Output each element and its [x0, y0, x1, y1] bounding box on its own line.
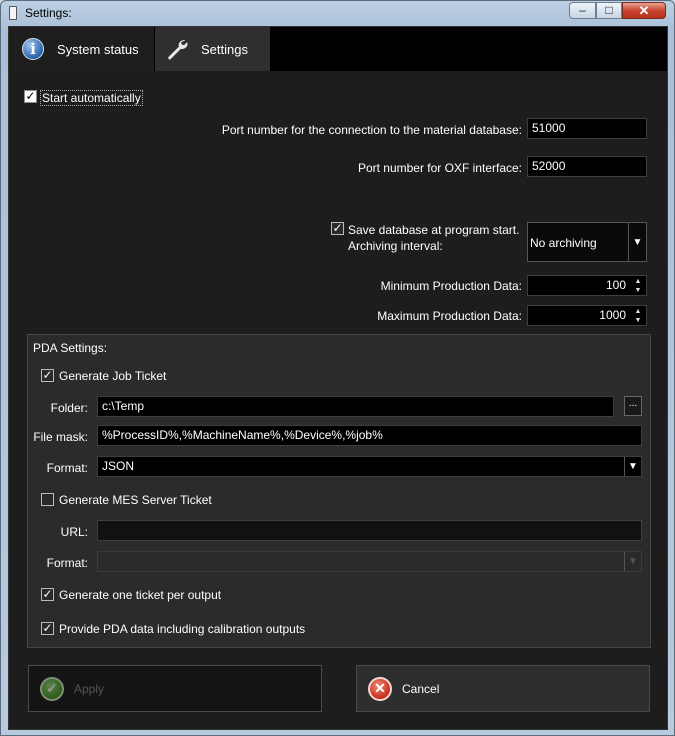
archiving-interval-value: No archiving — [530, 236, 597, 250]
title-bar: Settings: – □ ✕ — [1, 1, 674, 25]
save-database-checkbox[interactable]: ✓ — [331, 222, 344, 235]
archiving-interval-label: Archiving interval: — [348, 239, 443, 253]
save-database-label: Save database at program start. — [348, 223, 520, 237]
start-automatically-checkbox[interactable]: ✓ — [24, 90, 37, 103]
archiving-interval-dropdown[interactable]: No archiving ▼ — [527, 222, 647, 262]
browse-button[interactable]: ... — [624, 396, 642, 416]
max-production-label: Maximum Production Data: — [377, 309, 522, 323]
tab-label: Settings — [201, 41, 248, 57]
caption-buttons: – □ ✕ — [569, 2, 666, 19]
port-material-input[interactable]: 51000 — [527, 118, 647, 139]
apply-button[interactable]: ✓ Apply — [28, 665, 322, 712]
window-title: Settings: — [25, 6, 72, 20]
maximize-button[interactable]: □ — [596, 2, 622, 19]
wrench-icon — [165, 37, 189, 61]
settings-window: Settings: – □ ✕ i System status Settings — [0, 0, 675, 736]
generate-mes-ticket-label: Generate MES Server Ticket — [59, 493, 212, 507]
url-input[interactable] — [97, 520, 642, 541]
spin-arrows-icon[interactable]: ▲ ▼ — [631, 307, 645, 325]
generate-job-ticket-checkbox[interactable]: ✓ — [41, 369, 54, 382]
format-dropdown[interactable]: JSON ▼ — [97, 456, 642, 477]
minimize-button[interactable]: – — [569, 2, 596, 19]
url-label: URL: — [60, 525, 88, 539]
spin-arrows-icon[interactable]: ▲ ▼ — [631, 277, 645, 295]
generate-mes-ticket-checkbox[interactable]: ✓ — [41, 493, 54, 506]
min-production-stepper[interactable]: 100 ▲ ▼ — [527, 275, 647, 296]
app-icon — [9, 6, 17, 20]
start-automatically-label: Start automatically — [40, 90, 143, 106]
one-ticket-per-output-checkbox[interactable]: ✓ — [41, 588, 54, 601]
one-ticket-per-output-label: Generate one ticket per output — [59, 588, 222, 602]
format2-label: Format: — [46, 556, 88, 570]
format-value: JSON — [102, 459, 135, 473]
chevron-down-icon: ▼ — [624, 552, 641, 571]
cancel-button[interactable]: ✕ Cancel — [356, 665, 650, 712]
tab-bar: i System status Settings — [9, 27, 667, 71]
folder-label: Folder: — [50, 401, 88, 415]
min-production-value: 100 — [605, 278, 626, 292]
chevron-down-icon: ▼ — [628, 223, 646, 261]
tab-settings[interactable]: Settings — [155, 27, 270, 71]
tab-system-status[interactable]: i System status — [9, 27, 154, 71]
format-label: Format: — [46, 461, 88, 475]
file-mask-input[interactable]: %ProcessID%,%MachineName%,%Device%,%job% — [97, 425, 642, 446]
content-area: i System status Settings ✓ Start automat… — [8, 26, 668, 730]
cancel-x-icon: ✕ — [368, 676, 392, 701]
info-icon: i — [21, 37, 45, 61]
folder-input[interactable]: c:\Temp — [97, 396, 614, 417]
min-production-label: Minimum Production Data: — [380, 279, 522, 293]
format2-dropdown[interactable]: ▼ — [97, 551, 642, 572]
calibration-outputs-checkbox[interactable]: ✓ — [41, 622, 54, 635]
pda-settings-group: PDA Settings: ✓ Generate Job Ticket Fold… — [27, 334, 651, 648]
port-oxf-input[interactable]: 52000 — [527, 156, 647, 177]
apply-label: Apply — [74, 681, 105, 696]
port-oxf-label: Port number for OXF interface: — [357, 161, 522, 175]
pda-settings-title: PDA Settings: — [33, 341, 108, 355]
calibration-outputs-label: Provide PDA data including calibration o… — [59, 622, 306, 636]
file-mask-label: File mask: — [33, 430, 88, 444]
chevron-down-icon: ▼ — [624, 457, 641, 476]
max-production-value: 1000 — [599, 308, 626, 322]
max-production-stepper[interactable]: 1000 ▲ ▼ — [527, 305, 647, 326]
tab-label: System status — [57, 41, 139, 57]
checkmark-icon: ✓ — [40, 676, 64, 701]
port-material-label: Port number for the connection to the ma… — [221, 123, 522, 137]
close-button[interactable]: ✕ — [622, 2, 666, 19]
cancel-label: Cancel — [402, 681, 440, 696]
generate-job-ticket-label: Generate Job Ticket — [59, 369, 167, 383]
